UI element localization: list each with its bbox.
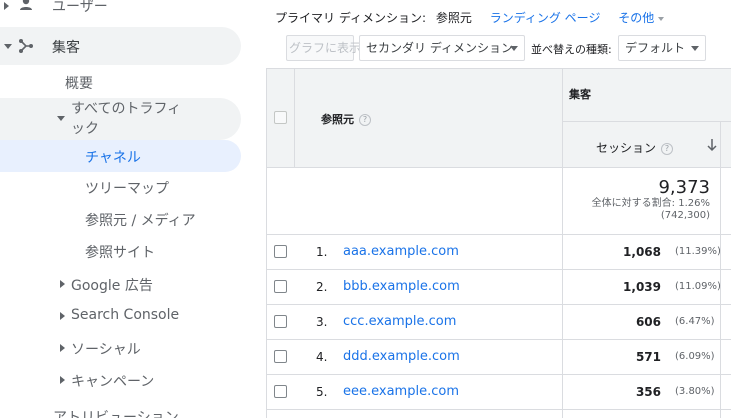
source-link[interactable]: ccc.example.com — [343, 314, 456, 329]
sidebar-item-label: ユーザー — [52, 0, 108, 15]
sort-type-dropdown[interactable]: デフォルト — [618, 35, 706, 61]
sidebar-item-label: Google 広告 — [71, 278, 153, 294]
secondary-dimension-label: セカンダリ ディメンション — [366, 41, 513, 55]
primary-dimension-label: プライマリ ディメンション: — [275, 11, 427, 25]
sidebar-item-social[interactable]: ソーシャル — [0, 338, 240, 360]
total-sessions: 9,373 — [658, 177, 710, 198]
sidebar-item-channels[interactable]: チャネル — [0, 140, 241, 172]
sort-descending-icon[interactable] — [706, 138, 718, 152]
expand-down-icon — [57, 116, 65, 121]
sessions-value: 606 — [635, 315, 661, 329]
sort-type-label: 並べ替えの種類: — [531, 43, 612, 56]
sessions-percentage: (3.80%) — [675, 386, 715, 397]
row-number: 3. — [316, 315, 328, 329]
source-link[interactable]: eee.example.com — [343, 384, 459, 399]
column-header-sessions[interactable]: セッション? — [596, 139, 674, 156]
sessions-value: 1,039 — [623, 280, 661, 294]
sidebar-item-source-medium[interactable]: 参照元 / メディア — [0, 209, 240, 231]
sidebar-item-users[interactable]: ユーザー — [0, 0, 240, 18]
column-header-sessions-label: セッション — [596, 141, 657, 155]
column-header-source[interactable]: 参照元? — [321, 111, 371, 127]
sessions-value: 356 — [635, 385, 661, 399]
sidebar-item-google-ads[interactable]: Google 広告 — [0, 274, 240, 296]
sidebar-item-label: 概要 — [65, 76, 93, 92]
expand-right-icon — [60, 376, 65, 384]
row-number: 2. — [316, 280, 328, 294]
sidebar-item-acquisition[interactable]: 集客 — [0, 27, 241, 65]
total-percentage: 全体に対する割合: 1.26% — [591, 198, 710, 209]
source-link[interactable]: bbb.example.com — [343, 279, 460, 294]
sessions-percentage: (11.09%) — [675, 281, 721, 292]
row-checkbox[interactable] — [274, 385, 287, 398]
secondary-dimension-dropdown[interactable]: セカンダリ ディメンション — [359, 35, 525, 61]
column-header-source-label: 参照元 — [321, 113, 354, 126]
sidebar-item-label: 参照サイト — [85, 245, 155, 261]
row-checkbox[interactable] — [274, 315, 287, 328]
sidebar-item-label: アトリビューション — [53, 410, 179, 418]
help-icon[interactable]: ? — [359, 114, 371, 126]
sidebar-item-attribution[interactable]: アトリビューション — [0, 404, 240, 418]
dimension-link-other-label: その他 — [618, 11, 655, 25]
sidebar: ユーザー 集客 概要 すべてのトラフィック チャネル ツリーマップ 参照元 / … — [0, 0, 258, 418]
sessions-value: 1,068 — [623, 245, 661, 259]
report-main: プライマリ ディメンション: 参照元 ランディング ページ その他 グラフに表示… — [266, 0, 731, 418]
table-row[interactable]: 1. aaa.example.com 1,068 (11.39%) — [266, 235, 731, 270]
chevron-down-icon — [658, 16, 665, 21]
chevron-down-icon — [510, 46, 518, 51]
plot-rows-button[interactable]: グラフに表示 — [286, 35, 361, 61]
sidebar-item-label: 参照元 / メディア — [85, 213, 196, 229]
expand-right-icon — [60, 312, 65, 320]
sessions-percentage: (6.47%) — [675, 316, 715, 327]
sidebar-item-label: すべてのトラフィック — [71, 101, 182, 137]
sidebar-item-label: キャンペーン — [71, 374, 155, 390]
sidebar-item-label: 集客 — [52, 40, 80, 56]
sidebar-item-all-traffic[interactable]: すべてのトラフィック — [0, 98, 241, 140]
sort-type-value: デフォルト — [625, 41, 686, 55]
row-number: 5. — [316, 385, 328, 399]
expand-down-icon — [4, 44, 12, 49]
source-link[interactable]: ddd.example.com — [343, 349, 460, 364]
table-row[interactable]: 5. eee.example.com 356 (3.80%) — [266, 375, 731, 410]
table-row[interactable]: 2. bbb.example.com 1,039 (11.09%) — [266, 270, 731, 305]
sidebar-item-overview[interactable]: 概要 — [0, 72, 240, 92]
row-checkbox[interactable] — [274, 245, 287, 258]
totals-cell: 9,373 全体に対する割合: 1.26% (742,300) — [562, 168, 710, 234]
row-number: 4. — [316, 350, 328, 364]
sidebar-item-label: チャネル — [85, 150, 141, 166]
sidebar-item-label: ソーシャル — [71, 342, 141, 358]
expand-right-icon — [60, 344, 65, 352]
total-overall: (742,300) — [660, 210, 710, 221]
source-link[interactable]: aaa.example.com — [343, 244, 459, 259]
chevron-down-icon — [691, 46, 699, 51]
acquisition-icon — [19, 39, 33, 53]
sessions-value: 571 — [635, 350, 661, 364]
help-icon[interactable]: ? — [661, 142, 674, 155]
expand-right-icon — [4, 2, 9, 10]
table-row[interactable]: 4. ddd.example.com 571 (6.09%) — [266, 340, 731, 375]
sidebar-item-referrals[interactable]: 参照サイト — [0, 241, 240, 263]
sidebar-item-search-console[interactable]: Search Console — [0, 306, 240, 328]
column-group-acquisition: 集客 — [569, 88, 591, 101]
person-icon — [20, 0, 32, 10]
primary-dimension-bar: プライマリ ディメンション: 参照元 ランディング ページ その他 — [275, 9, 665, 26]
dimension-link-landing-page[interactable]: ランディング ページ — [490, 11, 601, 25]
row-checkbox[interactable] — [274, 350, 287, 363]
dimension-link-other[interactable]: その他 — [618, 11, 665, 25]
select-all-checkbox[interactable] — [274, 111, 287, 124]
row-number: 1. — [316, 245, 328, 259]
sidebar-item-treemap[interactable]: ツリーマップ — [0, 177, 240, 199]
table-row[interactable]: 3. ccc.example.com 606 (6.47%) — [266, 305, 731, 340]
data-table: 参照元? 集客 セッション? 9,373 全体に対する割合: 1.26% (74… — [266, 68, 731, 418]
sessions-percentage: (11.39%) — [675, 246, 721, 257]
sidebar-item-label: Search Console — [71, 307, 180, 323]
primary-dimension-current: 参照元 — [435, 11, 472, 25]
expand-right-icon — [60, 280, 65, 288]
row-checkbox[interactable] — [274, 280, 287, 293]
sessions-percentage: (6.09%) — [675, 351, 715, 362]
sidebar-item-campaigns[interactable]: キャンペーン — [0, 370, 240, 392]
sidebar-item-label: ツリーマップ — [85, 181, 169, 197]
